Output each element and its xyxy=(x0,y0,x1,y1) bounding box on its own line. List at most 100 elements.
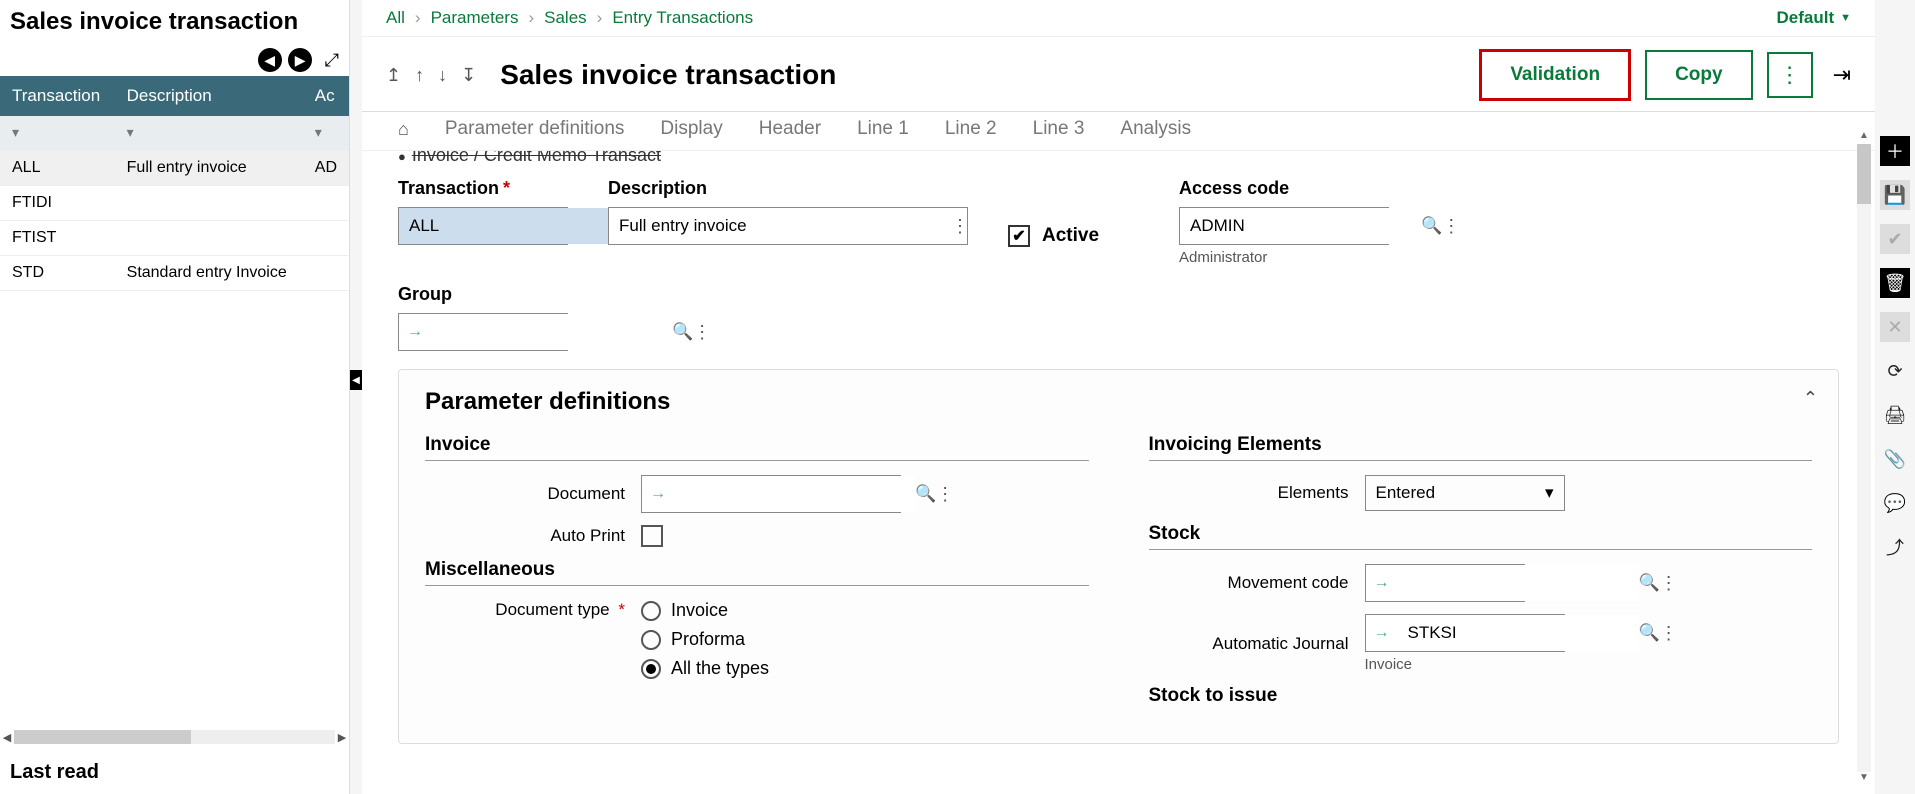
auto-journal-hint: Invoice xyxy=(1365,656,1565,673)
col-description[interactable]: Description xyxy=(115,76,303,116)
arrow-right-icon: → xyxy=(399,323,431,341)
autoprint-checkbox[interactable] xyxy=(641,525,663,547)
filter-description[interactable]: ▾ xyxy=(115,116,303,151)
left-panel-title: Sales invoice transaction xyxy=(0,0,349,44)
tab-header[interactable]: Header xyxy=(759,118,821,140)
radio-invoice[interactable]: Invoice xyxy=(641,600,769,621)
attach-icon[interactable]: 📎 xyxy=(1880,444,1910,474)
home-tab-icon[interactable]: ⌂ xyxy=(398,119,409,140)
search-icon[interactable]: 🔍 xyxy=(915,484,936,504)
more-actions-button[interactable]: ⋮ xyxy=(1767,52,1813,98)
more-icon[interactable]: ⋮ xyxy=(1660,623,1676,644)
table-row[interactable]: ALL Full entry invoice AD xyxy=(0,151,349,186)
tab-line2[interactable]: Line 2 xyxy=(945,118,997,140)
delete-icon[interactable]: 🗑 xyxy=(1880,268,1910,298)
crumb-sales[interactable]: Sales xyxy=(544,8,587,28)
prev-record-icon[interactable]: ↑ xyxy=(415,65,424,86)
more-icon[interactable]: ⋮ xyxy=(951,216,967,237)
next-record-icon[interactable]: ▶ xyxy=(288,48,312,72)
first-record-icon[interactable]: ↥ xyxy=(386,65,401,86)
new-icon[interactable]: ＋ xyxy=(1880,136,1910,166)
tab-row: ⌂ Parameter definitions Display Header L… xyxy=(362,112,1875,150)
description-input[interactable]: ⋮ xyxy=(608,207,968,245)
transaction-field[interactable] xyxy=(399,208,640,244)
scroll-up-icon[interactable]: ▲ xyxy=(1857,130,1871,144)
access-code-input[interactable]: 🔍 ⋮ xyxy=(1179,207,1389,245)
radio-proforma[interactable]: Proforma xyxy=(641,629,769,650)
movement-input[interactable]: → 🔍 ⋮ xyxy=(1365,564,1525,602)
radio-all-types[interactable]: All the types xyxy=(641,658,769,679)
tab-param-def[interactable]: Parameter definitions xyxy=(445,118,625,140)
col-access[interactable]: Ac xyxy=(303,76,349,116)
filter-icon: ▾ xyxy=(127,124,134,140)
param-def-section: ⌃ Parameter definitions Invoice Document… xyxy=(398,369,1839,744)
auto-journal-input[interactable]: → 🔍 ⋮ xyxy=(1365,614,1565,652)
view-selector[interactable]: Default ▼ xyxy=(1776,8,1851,28)
more-icon[interactable]: ⋮ xyxy=(1442,216,1458,237)
search-icon[interactable]: 🔍 xyxy=(1639,573,1660,593)
print-icon[interactable]: 🖨 xyxy=(1880,400,1910,430)
description-field[interactable] xyxy=(609,208,951,244)
transaction-input[interactable]: 🔍 ⋮ xyxy=(398,207,568,245)
elements-select[interactable]: Entered ▾ xyxy=(1365,475,1565,511)
tab-line1[interactable]: Line 1 xyxy=(857,118,909,140)
copy-button[interactable]: Copy xyxy=(1645,50,1753,100)
next-record-icon[interactable]: ↓ xyxy=(438,65,447,86)
comment-icon[interactable]: 💬 xyxy=(1880,488,1910,518)
search-icon[interactable]: 🔍 xyxy=(1421,216,1442,236)
tab-line3[interactable]: Line 3 xyxy=(1033,118,1085,140)
search-icon[interactable]: 🔍 xyxy=(1639,623,1660,643)
main-area: All› Parameters› Sales› Entry Transactio… xyxy=(362,0,1875,794)
close-icon[interactable]: ✕ xyxy=(1880,312,1910,342)
auto-journal-label: Automatic Journal xyxy=(1149,634,1349,654)
scroll-left-icon[interactable]: ◀ xyxy=(0,731,14,744)
save-icon[interactable]: 💾 xyxy=(1880,180,1910,210)
filter-access[interactable]: ▾ xyxy=(303,116,349,151)
refresh-icon[interactable]: ⟳ xyxy=(1880,356,1910,386)
collapse-section-icon[interactable]: ⌃ xyxy=(1803,388,1818,409)
group-field[interactable] xyxy=(431,314,672,350)
v-scrollbar[interactable]: ▲ ▼ xyxy=(1857,130,1871,786)
table-row[interactable]: STD Standard entry Invoice xyxy=(0,256,349,291)
group-input[interactable]: → 🔍 ⋮ xyxy=(398,313,568,351)
movement-field[interactable] xyxy=(1398,565,1639,601)
document-field[interactable] xyxy=(674,476,915,512)
transaction-label: Transaction* xyxy=(398,178,568,199)
document-input[interactable]: → 🔍 ⋮ xyxy=(641,475,901,513)
access-hint: Administrator xyxy=(1179,249,1389,266)
prev-record-icon[interactable]: ◀ xyxy=(258,48,282,72)
scroll-down-icon[interactable]: ▼ xyxy=(1857,772,1871,786)
h-scrollbar[interactable]: ◀ ▶ xyxy=(0,728,349,746)
more-icon[interactable]: ⋮ xyxy=(936,484,952,505)
more-icon[interactable]: ⋮ xyxy=(693,322,709,343)
exit-icon[interactable]: ⇥ xyxy=(1833,62,1851,88)
crumb-entry[interactable]: Entry Transactions xyxy=(612,8,753,28)
arrow-right-icon: → xyxy=(642,485,674,503)
expand-icon[interactable]: ⤢ xyxy=(325,50,339,71)
access-code-field[interactable] xyxy=(1180,208,1421,244)
filter-transaction[interactable]: ▾ xyxy=(0,116,115,151)
table-row[interactable]: FTIDI xyxy=(0,186,349,221)
tab-analysis[interactable]: Analysis xyxy=(1120,118,1191,140)
active-checkbox[interactable]: ✔ Active xyxy=(1008,206,1099,266)
col-transaction[interactable]: Transaction xyxy=(0,76,115,116)
crumb-all[interactable]: All xyxy=(386,8,405,28)
access-code-label: Access code xyxy=(1179,178,1389,199)
export-icon[interactable]: ⤴ xyxy=(1880,532,1910,562)
crumb-parameters[interactable]: Parameters xyxy=(431,8,519,28)
scroll-right-icon[interactable]: ▶ xyxy=(335,731,349,744)
sidebar-table: Transaction Description Ac ▾ ▾ ▾ ALL Ful… xyxy=(0,76,349,291)
cell: STD xyxy=(0,256,115,291)
table-row[interactable]: FTIST xyxy=(0,221,349,256)
page-title: Sales invoice transaction xyxy=(500,59,836,91)
auto-journal-field[interactable] xyxy=(1398,615,1639,651)
tab-display[interactable]: Display xyxy=(660,118,722,140)
validation-button[interactable]: Validation xyxy=(1479,49,1631,101)
collapse-left-icon[interactable]: ◀ xyxy=(350,370,362,390)
last-record-icon[interactable]: ↧ xyxy=(461,65,476,86)
filter-icon: ▾ xyxy=(12,124,19,140)
search-icon[interactable]: 🔍 xyxy=(672,322,693,342)
check-icon[interactable]: ✔ xyxy=(1880,224,1910,254)
cell: Full entry invoice xyxy=(115,151,303,186)
more-icon[interactable]: ⋮ xyxy=(1660,573,1676,594)
